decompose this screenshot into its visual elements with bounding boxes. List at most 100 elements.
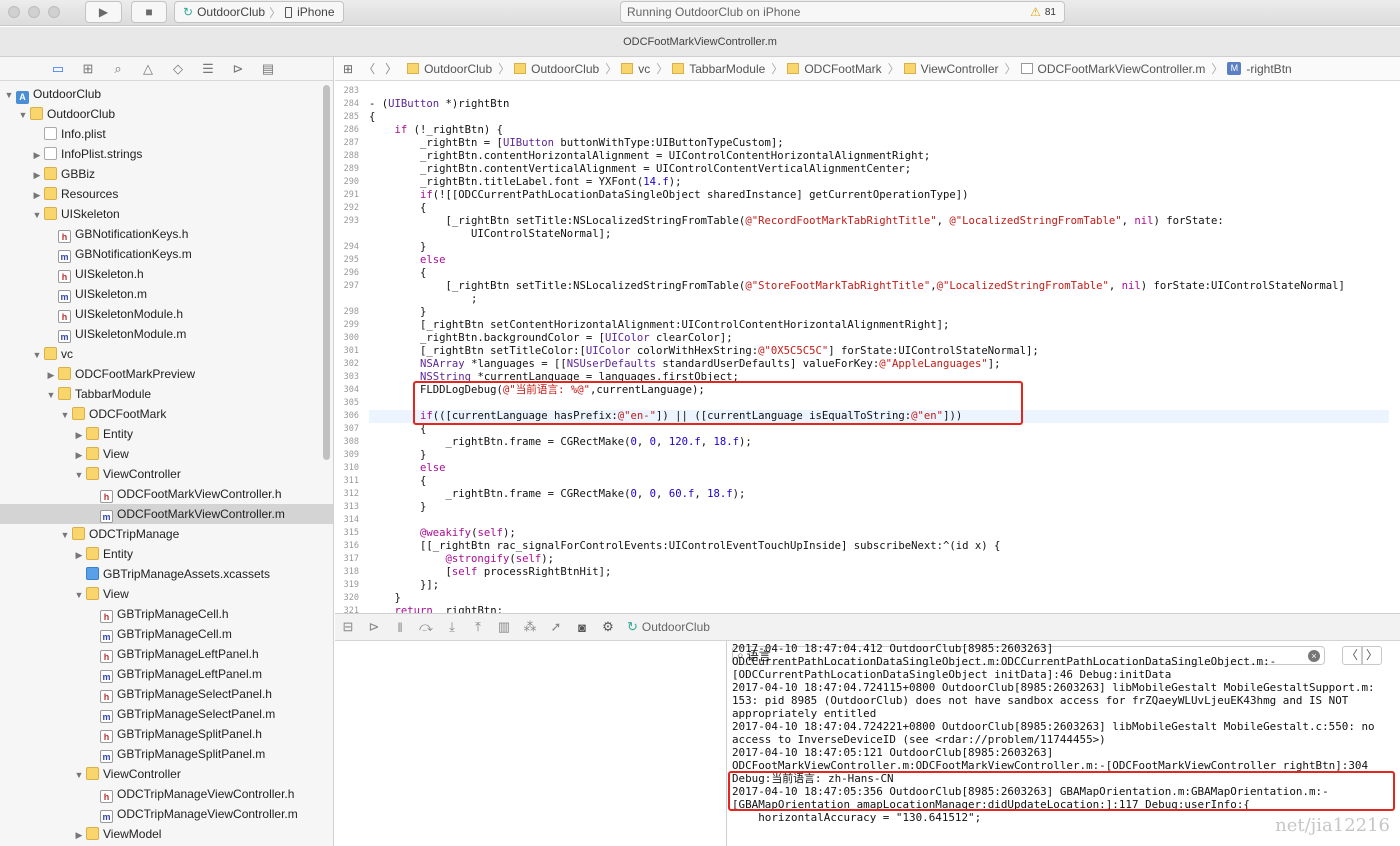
minimize-window-icon[interactable] [28, 6, 40, 18]
code-line[interactable]: }]; [369, 579, 439, 592]
warning-icon[interactable]: ⚠ [1030, 5, 1041, 19]
code-line[interactable]: [_rightBtn setContentHorizontalAlignment… [369, 319, 949, 332]
tree-row[interactable]: ▶ Entity [0, 544, 333, 564]
disclosure-collapsed-icon[interactable]: ▶ [74, 825, 84, 845]
code-line[interactable]: } [369, 241, 426, 254]
variables-view[interactable] [335, 641, 727, 846]
tree-row[interactable]: m GBTripManageSplitPanel.m [0, 744, 333, 764]
run-button[interactable]: ▶ [85, 1, 122, 23]
jump-bar-method[interactable]: M -rightBtn [1227, 62, 1292, 76]
disclosure-expanded-icon[interactable]: ▼ [60, 525, 70, 545]
code-line[interactable]: _rightBtn = [UIButton buttonWithType:UIB… [369, 137, 784, 150]
view-debugger-icon[interactable]: ▥ [491, 619, 517, 635]
disclosure-collapsed-icon[interactable]: ▶ [74, 425, 84, 445]
breakpoint-icon[interactable]: ⊳ [230, 61, 246, 77]
report-icon[interactable]: ▤ [260, 61, 276, 77]
code-line[interactable]: { [369, 267, 426, 280]
jump-bar-item[interactable]: ODCFootMark 〉 [787, 60, 900, 77]
tree-row[interactable]: ▶ ODCFootMarkPreview [0, 364, 333, 384]
code-line[interactable]: _rightBtn.contentHorizontalAlignment = U… [369, 150, 930, 163]
code-line[interactable]: UIControlStateNormal]; [369, 228, 611, 241]
code-line[interactable]: return _rightBtn; [369, 605, 503, 613]
tree-row[interactable]: ▶ View [0, 444, 333, 464]
code-line[interactable]: _rightBtn.backgroundColor = [UIColor cle… [369, 332, 733, 345]
disclosure-collapsed-icon[interactable]: ▶ [32, 145, 42, 165]
tree-row[interactable]: ▶ ViewModel [0, 824, 333, 844]
tree-row[interactable]: h ODCFootMarkViewController.h [0, 484, 333, 504]
zoom-window-icon[interactable] [48, 6, 60, 18]
scheme-selector[interactable]: ↻ OutdoorClub 〉 iPhone [174, 1, 344, 23]
tree-row[interactable]: ▶ GBBiz [0, 164, 333, 184]
tree-row[interactable]: ▼ View [0, 584, 333, 604]
step-out-icon[interactable]: ⤒ [465, 619, 491, 635]
tree-row[interactable]: ▼ ViewController [0, 764, 333, 784]
disclosure-expanded-icon[interactable]: ▼ [32, 345, 42, 365]
tree-row[interactable]: ▼ TabbarModule [0, 384, 333, 404]
tree-row[interactable]: m ODCFootMarkViewController.m [0, 504, 333, 524]
tree-row[interactable]: ▼ ViewController [0, 464, 333, 484]
disclosure-collapsed-icon[interactable]: ▶ [74, 445, 84, 465]
navigator-scrollbar[interactable] [323, 85, 330, 460]
close-window-icon[interactable] [8, 6, 20, 18]
tree-row[interactable]: m GBNotificationKeys.m [0, 244, 333, 264]
tree-row[interactable]: h GBTripManageLeftPanel.h [0, 644, 333, 664]
disclosure-expanded-icon[interactable]: ▼ [46, 385, 56, 405]
code-line[interactable]: _rightBtn.frame = CGRectMake(0, 0, 120.f… [369, 436, 752, 449]
folder-icon[interactable]: ▭ [50, 61, 66, 77]
code-line[interactable]: if (!_rightBtn) { [369, 124, 503, 137]
code-line[interactable]: { [369, 202, 426, 215]
disclosure-expanded-icon[interactable]: ▼ [18, 105, 28, 125]
jump-bar-item[interactable]: OutdoorClub 〉 [514, 60, 617, 77]
tree-row[interactable]: ▼ A OutdoorClub [0, 84, 333, 104]
jump-bar-item[interactable]: OutdoorClub 〉 [407, 60, 510, 77]
code-line[interactable]: @strongify(self); [369, 553, 554, 566]
tree-row[interactable]: m ODCTripManageViewController.m [0, 804, 333, 824]
tree-row[interactable]: h UISkeleton.h [0, 264, 333, 284]
search-icon[interactable]: ⌕ [110, 61, 126, 77]
tree-row[interactable]: m GBTripManageSelectPanel.m [0, 704, 333, 724]
debug-list-icon[interactable]: ☰ [200, 61, 216, 77]
tree-row[interactable]: h GBTripManageCell.h [0, 604, 333, 624]
debug-target-name[interactable]: OutdoorClub [642, 620, 710, 634]
tree-row[interactable]: ▶ Entity [0, 424, 333, 444]
code-line[interactable]: { [369, 111, 375, 124]
code-line[interactable]: else [369, 254, 446, 267]
breakpoints-toggle-icon[interactable]: ⊳ [361, 619, 387, 635]
tree-row[interactable]: GBTripManageAssets.xcassets [0, 564, 333, 584]
jump-bar-item[interactable]: TabbarModule 〉 [672, 60, 783, 77]
code-line[interactable]: [_rightBtn setTitleColor:[UIColor colorW… [369, 345, 1039, 358]
tree-row[interactable]: ▼ OutdoorClub [0, 104, 333, 124]
code-line[interactable]: NSArray *languages = [[NSUserDefaults st… [369, 358, 1000, 371]
tree-row[interactable]: h UISkeletonModule.h [0, 304, 333, 324]
code-line[interactable]: [_rightBtn setTitle:NSLocalizedStringFro… [369, 280, 1345, 293]
disclosure-collapsed-icon[interactable]: ▶ [74, 545, 84, 565]
related-items-icon[interactable]: ⊞ [343, 62, 353, 76]
code-line[interactable]: [[_rightBtn rac_signalForControlEvents:U… [369, 540, 1000, 553]
disclosure-collapsed-icon[interactable]: ▶ [32, 165, 42, 185]
code-line[interactable]: _rightBtn.contentVerticalAlignment = UIC… [369, 163, 911, 176]
disclosure-collapsed-icon[interactable]: ▶ [32, 185, 42, 205]
jump-bar-item[interactable]: vc 〉 [621, 60, 668, 77]
code-line[interactable]: { [369, 475, 426, 488]
editor-tab[interactable]: ODCFootMarkViewController.m [0, 27, 1400, 57]
disclosure-expanded-icon[interactable]: ▼ [32, 205, 42, 225]
step-into-icon[interactable]: ⤓ [439, 619, 465, 635]
step-over-icon[interactable]: ⤼ [413, 619, 439, 635]
stop-button[interactable]: ■ [131, 1, 167, 23]
jump-bar-item[interactable]: ViewController 〉 [903, 60, 1017, 77]
disclosure-collapsed-icon[interactable]: ▶ [46, 365, 56, 385]
disclosure-expanded-icon[interactable]: ▼ [4, 85, 14, 105]
console-view[interactable]: ⌕ 语言 × 〈 〉 2017-04-10 18:47:04.412 Outdo… [728, 641, 1400, 846]
code-line[interactable]: _rightBtn.titleLabel.font = YXFont(14.f)… [369, 176, 682, 189]
warning-count[interactable]: 81 [1045, 7, 1056, 18]
hide-debug-area-icon[interactable]: ⊟ [335, 619, 361, 635]
jump-bar-item[interactable]: ODCFootMarkViewController.m 〉 [1020, 60, 1223, 77]
code-line[interactable]: else [369, 462, 446, 475]
issue-warning-icon[interactable]: △ [140, 61, 156, 77]
memory-graph-icon[interactable]: ⁂ [517, 619, 543, 635]
code-line[interactable]: if(![[ODCCurrentPathLocationDataSingleOb… [369, 189, 969, 202]
tree-row[interactable]: ▼ UISkeleton [0, 204, 333, 224]
disclosure-expanded-icon[interactable]: ▼ [74, 465, 84, 485]
pause-icon[interactable]: ‖ [387, 620, 413, 635]
tree-row[interactable]: h GBTripManageSplitPanel.h [0, 724, 333, 744]
